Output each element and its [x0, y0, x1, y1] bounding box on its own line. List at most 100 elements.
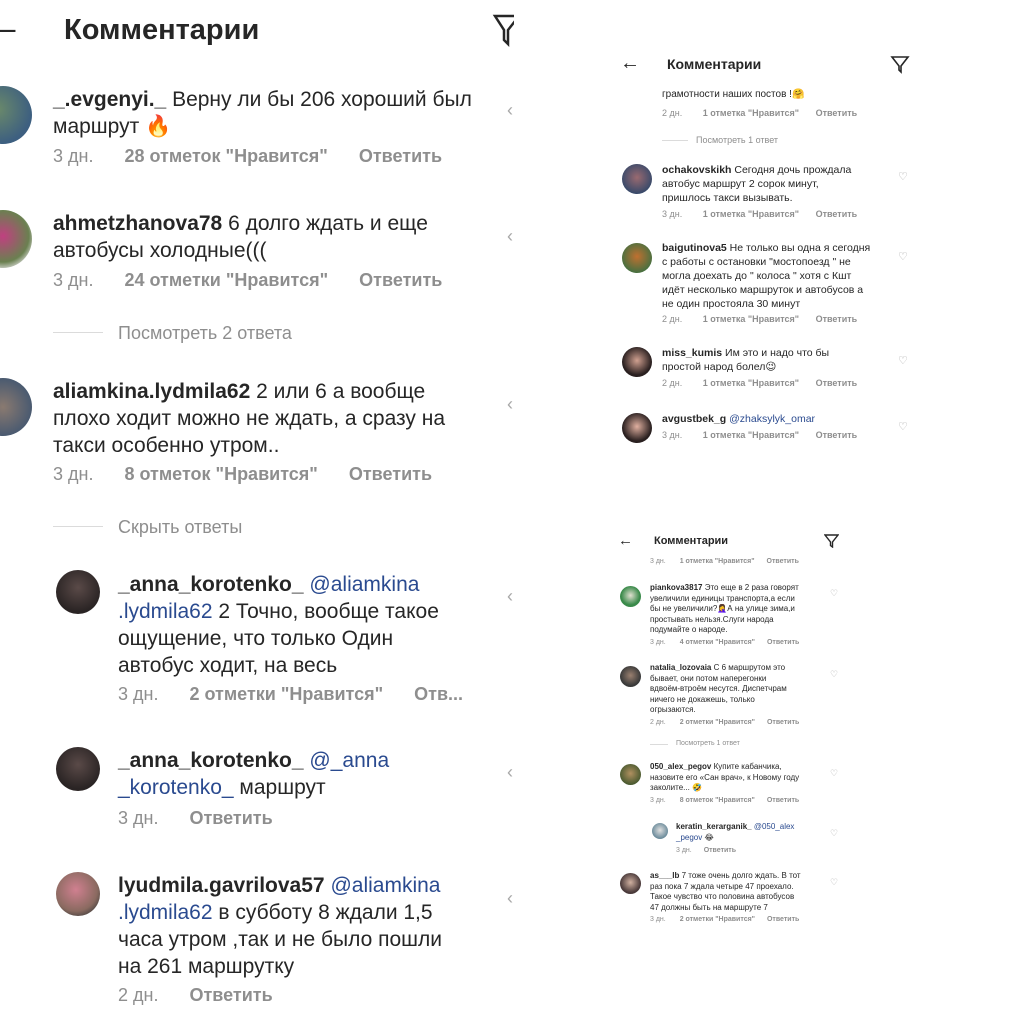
- heart-icon[interactable]: ‹: [507, 762, 513, 783]
- reply-button[interactable]: Ответить: [767, 916, 799, 923]
- comment-username[interactable]: keratin_kerarganik_: [676, 822, 752, 831]
- likes-count[interactable]: 1 отметка "Нравится": [680, 558, 755, 565]
- heart-icon[interactable]: ♡: [830, 669, 838, 680]
- likes-count[interactable]: 24 отметки "Нравится": [124, 270, 328, 290]
- comment-username[interactable]: lyudmila.gavrilova57: [118, 874, 325, 897]
- comment-username[interactable]: _anna_korotenko_: [118, 573, 304, 596]
- comment-username[interactable]: as___lb: [650, 871, 679, 880]
- reply-button[interactable]: Ответить: [359, 146, 442, 166]
- heart-icon[interactable]: ♡: [898, 354, 908, 367]
- mention-link[interactable]: .lydmila62: [118, 600, 213, 623]
- mention-link[interactable]: .lydmila62: [118, 901, 213, 924]
- mention-link[interactable]: @050_alex: [752, 822, 795, 831]
- comment-username[interactable]: ochakovskikh: [662, 164, 731, 176]
- reply-button[interactable]: Ответить: [767, 719, 799, 726]
- view-replies-button[interactable]: Посмотреть 1 ответ: [676, 740, 740, 747]
- comment-meta: 3 дн. 8 отметок "Нравится" Ответить: [53, 464, 432, 485]
- reply-button[interactable]: Ответить: [767, 797, 799, 804]
- reply-button[interactable]: Ответить: [816, 209, 858, 219]
- mention-link[interactable]: _korotenko_: [118, 776, 234, 799]
- reply-button[interactable]: Ответить: [767, 639, 799, 646]
- likes-count[interactable]: 4 отметки "Нравится": [680, 639, 755, 646]
- heart-icon[interactable]: ♡: [898, 250, 908, 263]
- comment-username[interactable]: aliamkina.lydmila62: [53, 380, 250, 403]
- avatar[interactable]: [56, 747, 100, 791]
- likes-count[interactable]: 1 отметка "Нравится": [703, 378, 799, 388]
- avatar[interactable]: [622, 243, 652, 273]
- reply-button[interactable]: Ответить: [816, 430, 858, 440]
- heart-icon[interactable]: ♡: [830, 588, 838, 599]
- back-arrow-icon[interactable]: ─: [0, 14, 15, 48]
- filter-icon[interactable]: [890, 54, 910, 79]
- mention-link[interactable]: @aliamkina: [304, 573, 419, 596]
- likes-count[interactable]: 8 отметок "Нравится": [124, 464, 317, 484]
- back-arrow-icon[interactable]: ←: [618, 532, 633, 549]
- reply-button[interactable]: Ответить: [767, 558, 799, 565]
- reply-button[interactable]: Ответить: [189, 808, 272, 828]
- likes-count[interactable]: 1 отметка "Нравится": [703, 314, 799, 324]
- heart-icon[interactable]: ‹: [507, 888, 513, 909]
- view-replies-button[interactable]: Посмотреть 1 ответ: [696, 135, 778, 145]
- comment-meta: 3 дн. 1 отметка "Нравится" Ответить: [662, 430, 857, 440]
- comment-meta: 3 дн. 2 отметки "Нравится" Отв...: [118, 684, 463, 705]
- likes-count[interactable]: 2 отметки "Нравится": [680, 916, 755, 923]
- view-replies-button[interactable]: Посмотреть 2 ответа: [118, 323, 292, 344]
- comment-username[interactable]: _anna_korotenko_: [118, 749, 304, 772]
- comment-username[interactable]: avgustbek_g: [662, 413, 726, 425]
- likes-count[interactable]: 2 отметки "Нравится": [680, 719, 755, 726]
- heart-icon[interactable]: ♡: [830, 768, 838, 779]
- avatar[interactable]: [0, 86, 32, 144]
- heart-icon[interactable]: ‹: [507, 100, 513, 121]
- avatar[interactable]: [620, 873, 641, 894]
- comment-username[interactable]: 050_alex_pegov: [650, 762, 711, 771]
- mention-link[interactable]: @_anna: [304, 749, 389, 772]
- heart-icon[interactable]: ♡: [830, 828, 838, 839]
- avatar[interactable]: [0, 210, 32, 268]
- comment-username[interactable]: _.evgenyi._: [53, 88, 166, 111]
- avatar[interactable]: [652, 823, 668, 839]
- heart-icon[interactable]: ‹: [507, 394, 513, 415]
- comment-username[interactable]: ahmetzhanova78: [53, 212, 222, 235]
- heart-icon[interactable]: ♡: [898, 170, 908, 183]
- mention-link[interactable]: @zhaksylyk_omar: [726, 413, 815, 425]
- comment-username[interactable]: baigutinova5: [662, 242, 727, 254]
- hide-replies-button[interactable]: Скрыть ответы: [118, 517, 242, 538]
- likes-count[interactable]: 1 отметка "Нравится": [703, 108, 799, 118]
- reply-button[interactable]: Ответить: [816, 314, 858, 324]
- reply-button[interactable]: Ответить: [816, 108, 858, 118]
- comment-username[interactable]: piankova3817: [650, 583, 702, 592]
- filter-icon[interactable]: [823, 533, 840, 553]
- avatar[interactable]: [620, 586, 641, 607]
- avatar[interactable]: [622, 413, 652, 443]
- reply-button[interactable]: Отв...: [414, 684, 463, 704]
- likes-count[interactable]: 2 отметки "Нравится": [189, 684, 383, 704]
- comment-username[interactable]: miss_kumis: [662, 347, 722, 359]
- heart-icon[interactable]: ♡: [898, 420, 908, 433]
- heart-icon[interactable]: ♡: [830, 877, 838, 888]
- likes-count[interactable]: 8 отметок "Нравится": [680, 797, 755, 804]
- avatar[interactable]: [56, 570, 100, 614]
- likes-count[interactable]: 1 отметка "Нравится": [703, 430, 799, 440]
- reply-button[interactable]: Ответить: [359, 270, 442, 290]
- mention-link[interactable]: _pegov: [676, 833, 702, 842]
- back-arrow-icon[interactable]: ←: [620, 52, 640, 75]
- comment-username[interactable]: natalia_lozovaia: [650, 663, 711, 672]
- filter-icon[interactable]: [492, 12, 514, 53]
- reply-button[interactable]: Ответить: [704, 847, 736, 854]
- avatar[interactable]: [0, 378, 32, 436]
- likes-count[interactable]: 1 отметка "Нравится": [703, 209, 799, 219]
- avatar[interactable]: [622, 347, 652, 377]
- avatar[interactable]: [620, 666, 641, 687]
- heart-icon[interactable]: ‹: [507, 586, 513, 607]
- comment-meta: 2 дн. Ответить: [118, 985, 273, 1006]
- heart-icon[interactable]: ‹: [507, 226, 513, 247]
- comment-meta: 3 дн. Ответить: [676, 847, 736, 854]
- likes-count[interactable]: 28 отметок "Нравится": [124, 146, 327, 166]
- reply-button[interactable]: Ответить: [816, 378, 858, 388]
- reply-button[interactable]: Ответить: [349, 464, 432, 484]
- avatar[interactable]: [622, 164, 652, 194]
- avatar[interactable]: [620, 764, 641, 785]
- mention-link[interactable]: @aliamkina: [325, 874, 440, 897]
- reply-button[interactable]: Ответить: [189, 985, 272, 1005]
- avatar[interactable]: [56, 872, 100, 916]
